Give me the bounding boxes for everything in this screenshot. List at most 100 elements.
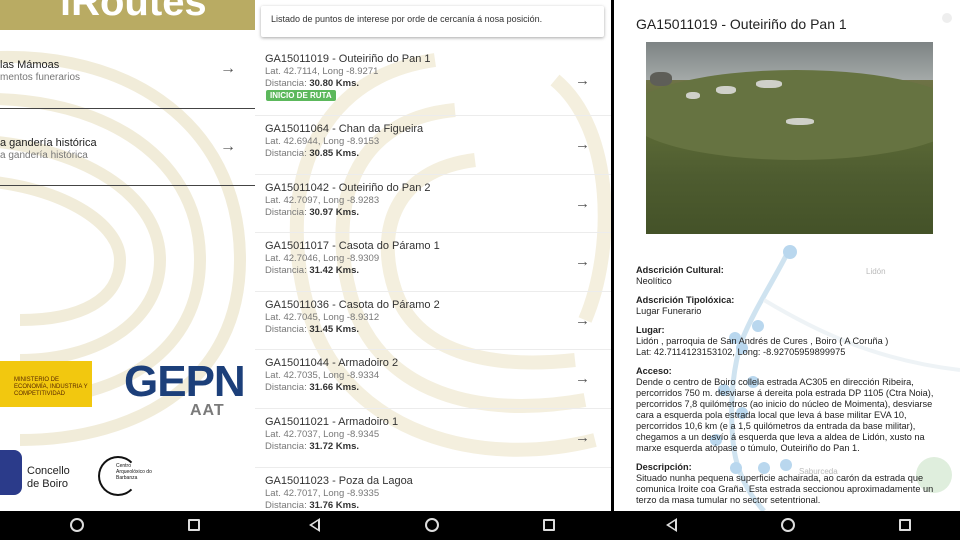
poi-list-item[interactable]: GA15011019 - Outeiriño do Pan 1 Lat. 42.…: [255, 46, 611, 116]
poi-list-item[interactable]: GA15011017 - Casota do Páramo 1 Lat. 42.…: [255, 233, 611, 292]
poi-distance: Distancia: 31.45 Kms.: [265, 324, 359, 335]
poi-coords: Lat. 42.7035, Long -8.9334: [265, 370, 380, 381]
arrow-right-icon: →: [575, 429, 590, 446]
menu-item-subtitle: mentos funerarios: [0, 72, 81, 83]
recents-nav-icon[interactable]: [899, 519, 911, 531]
distance-label: Distancia:: [265, 207, 310, 218]
poi-title: GA15011036 - Casota do Páramo 2: [265, 299, 440, 311]
poi-title: GA15011017 - Casota do Páramo 1: [265, 240, 440, 252]
android-nav-bar: [0, 511, 255, 540]
divider: [0, 108, 255, 109]
poi-coords: Lat. 42.7037, Long -8.9345: [265, 429, 380, 440]
aat-logo: AAT: [190, 402, 225, 419]
poi-detail-screen: GA15011019 - Outeiriño do Pan 1 Lidón Sa…: [611, 0, 960, 540]
back-nav-icon[interactable]: [309, 518, 320, 532]
concello-crest-icon: [0, 450, 22, 495]
distance-value: 31.72 Kms.: [309, 441, 360, 452]
poi-title: GA15011064 - Chan da Figueira: [265, 123, 424, 135]
field-value: Lugar Funerario: [636, 306, 702, 316]
distance-label: Distancia:: [265, 324, 310, 335]
list-info-header: Listado de puntos de interese por orde d…: [261, 6, 604, 37]
distance-label: Distancia:: [265, 265, 310, 276]
poi-list-item[interactable]: GA15011036 - Casota do Páramo 2 Lat. 42.…: [255, 292, 611, 350]
field-label: Adscrición Tipolóxica:: [636, 295, 735, 305]
field-value: Lidón , parroquia de San Andrés de Cures…: [636, 336, 889, 346]
app-header: iRoutes: [0, 0, 255, 30]
back-nav-icon[interactable]: [666, 518, 677, 532]
poi-coords: Lat. 42.7097, Long -8.9283: [265, 195, 380, 206]
distance-value: 30.80 Kms.: [309, 78, 360, 89]
menu-item-mamoas[interactable]: las Mámoas mentos funerarios →: [0, 59, 255, 137]
poi-distance: Distancia: 31.66 Kms.: [265, 382, 359, 393]
arrow-right-icon: →: [575, 370, 590, 387]
gepn-logo: GEPN: [124, 357, 246, 406]
poi-list-item[interactable]: GA15011021 - Armadoiro 1 Lat. 42.7037, L…: [255, 409, 611, 468]
poi-list-item[interactable]: GA15011044 - Armadoiro 2 Lat. 42.7035, L…: [255, 350, 611, 409]
android-nav-bar: [255, 511, 611, 540]
arrow-right-icon: →: [220, 138, 236, 155]
poi-coords: Lat. 42.6944, Long -8.9153: [265, 136, 380, 147]
photo-hill: [646, 70, 933, 160]
menu-item-title: las Mámoas: [0, 59, 60, 71]
poi-title: GA15011023 - Poza da Lagoa: [265, 475, 413, 487]
poi-distance: Distancia: 31.72 Kms.: [265, 441, 359, 452]
distance-label: Distancia:: [265, 500, 310, 511]
overflow-dot-icon[interactable]: [942, 13, 952, 23]
poi-coords: Lat. 42.7017, Long -8.9335: [265, 488, 380, 499]
distance-value: 30.97 Kms.: [309, 207, 360, 218]
field-value-coords: Lat: 42.7114123153102, Long: -8.92705959…: [636, 347, 846, 357]
poi-distance: Distancia: 31.42 Kms.: [265, 265, 359, 276]
field-label: Descripción:: [636, 462, 692, 472]
home-nav-icon[interactable]: [70, 518, 84, 532]
home-screen: iRoutes las Mámoas mentos funerarios → a…: [0, 0, 255, 540]
distance-value: 31.45 Kms.: [309, 324, 360, 335]
poi-distance: Distancia: 30.97 Kms.: [265, 207, 359, 218]
arrow-right-icon: →: [575, 136, 590, 153]
detail-title: GA15011019 - Outeiriño do Pan 1: [636, 16, 847, 32]
arrow-right-icon: →: [575, 72, 590, 89]
concello-line2: de Boiro: [27, 478, 68, 490]
arrow-right-icon: →: [220, 60, 236, 77]
field-value: Situado nunha pequena superficie achaira…: [636, 473, 934, 505]
poi-title: GA15011019 - Outeiriño do Pan 1: [265, 53, 431, 65]
poi-title: GA15011042 - Outeiriño do Pan 2: [265, 182, 431, 194]
concello-logo-text: Concello de Boiro: [27, 465, 70, 491]
distance-value: 31.42 Kms.: [309, 265, 360, 276]
arrow-right-icon: →: [575, 195, 590, 212]
photo-rock: [716, 86, 736, 94]
distance-label: Distancia:: [265, 148, 310, 159]
app-title: iRoutes: [60, 0, 207, 24]
distance-value: 31.76 Kms.: [309, 500, 360, 511]
recents-nav-icon[interactable]: [543, 519, 555, 531]
poi-list-item[interactable]: GA15011042 - Outeiriño do Pan 2 Lat. 42.…: [255, 175, 611, 233]
poi-coords: Lat. 42.7114, Long -8.9271: [265, 66, 379, 77]
distance-label: Distancia:: [265, 441, 310, 452]
field-label: Adscrición Cultural:: [636, 265, 724, 275]
photo-rock: [686, 92, 700, 99]
android-nav-bar: [611, 511, 960, 540]
menu-item-subtitle: a gandería histórica: [0, 150, 88, 161]
arrow-right-icon: →: [575, 312, 590, 329]
menu-item-ganderia[interactable]: a gandería histórica a gandería históric…: [0, 137, 255, 215]
poi-coords: Lat. 42.7045, Long -8.9312: [265, 312, 380, 323]
photo-rock: [756, 80, 782, 88]
distance-label: Distancia:: [265, 382, 310, 393]
recents-nav-icon[interactable]: [188, 519, 200, 531]
field-label: Lugar:: [636, 325, 665, 335]
poi-detail-card: GA15011019 - Outeiriño do Pan 1 Lidón Sa…: [614, 0, 960, 511]
poi-title: GA15011044 - Armadoiro 2: [265, 357, 399, 369]
cab-logo-text: Centro Arqueolóxico do Barbanza: [116, 463, 152, 481]
route-start-badge: INICIO DE RUTA: [266, 90, 336, 101]
home-nav-icon[interactable]: [425, 518, 439, 532]
distance-value: 30.85 Kms.: [309, 148, 360, 159]
arrow-right-icon: →: [575, 253, 590, 270]
poi-list-item[interactable]: GA15011064 - Chan da Figueira Lat. 42.69…: [255, 116, 611, 175]
field-value: Neolítico: [636, 276, 672, 286]
field-label: Acceso:: [636, 366, 672, 376]
concello-line1: Concello: [27, 465, 70, 477]
poi-distance: Distancia: 31.76 Kms.: [265, 500, 359, 511]
poi-coords: Lat. 42.7046, Long -8.9309: [265, 253, 380, 264]
home-nav-icon[interactable]: [781, 518, 795, 532]
divider: [0, 185, 255, 186]
ministerio-logo: MINISTERIO DE ECONOMÍA, INDUSTRIA Y COMP…: [0, 361, 92, 407]
